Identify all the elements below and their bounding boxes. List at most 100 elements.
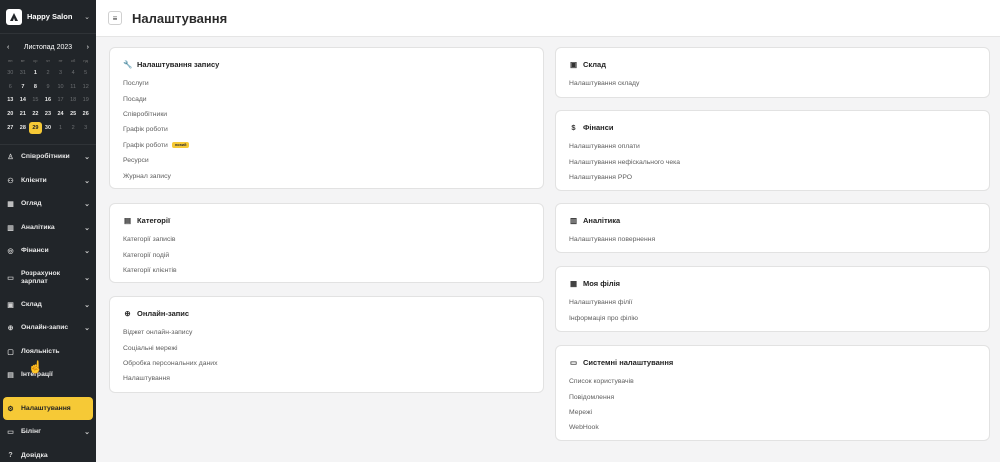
settings-link[interactable]: Налаштування нефіскального чека bbox=[569, 154, 976, 169]
sidebar-item[interactable]: ▦ Огляд ⌄ bbox=[0, 192, 96, 216]
calendar-day[interactable]: 4 bbox=[67, 67, 80, 80]
settings-link[interactable]: Категорії клієнтів bbox=[123, 263, 530, 278]
calendar-day[interactable]: 16 bbox=[42, 94, 55, 107]
calendar-next-icon[interactable]: › bbox=[87, 44, 89, 51]
settings-link-label: WebHook bbox=[569, 424, 599, 432]
hamburger-icon[interactable]: ≡ bbox=[108, 11, 122, 25]
calendar-day[interactable]: 12 bbox=[79, 81, 92, 94]
calendar-day[interactable]: 15 bbox=[29, 94, 42, 107]
settings-link[interactable]: Налаштування оплати bbox=[569, 139, 976, 154]
calendar-day[interactable]: 26 bbox=[79, 108, 92, 121]
sidebar-item[interactable]: ⚇ Клієнти ⌄ bbox=[0, 169, 96, 193]
calendar-day[interactable]: 17 bbox=[54, 94, 67, 107]
settings-link[interactable]: Ресурси bbox=[123, 153, 530, 168]
calendar-day[interactable]: 27 bbox=[4, 122, 17, 135]
calendar-day[interactable]: 21 bbox=[17, 108, 30, 121]
settings-link[interactable]: Категорії записів bbox=[123, 232, 530, 247]
settings-card: ⊕ Онлайн-запис Віджет онлайн-запису Соціаль… bbox=[109, 296, 544, 393]
calendar-day[interactable]: 28 bbox=[17, 122, 30, 135]
settings-link[interactable]: Повідомлення bbox=[569, 389, 976, 404]
sidebar-item-label: Налаштування bbox=[21, 404, 71, 412]
settings-link[interactable]: Графік роботи bbox=[123, 122, 530, 137]
settings-link-label: Повідомлення bbox=[569, 393, 615, 401]
calendar-day[interactable]: 30 bbox=[42, 122, 55, 135]
calendar-day[interactable]: 23 bbox=[42, 108, 55, 121]
settings-link-label: Список користувачів bbox=[569, 378, 634, 386]
calendar-day[interactable]: 10 bbox=[54, 81, 67, 94]
settings-link-label: Співробітники bbox=[123, 110, 168, 118]
card-title: ▭ Системні налаштування bbox=[569, 358, 976, 367]
sidebar-item[interactable]: ⊕ Онлайн-запис ⌄ bbox=[0, 316, 96, 340]
calendar-day[interactable]: 8 bbox=[29, 81, 42, 94]
settings-link-label: Налаштування нефіскального чека bbox=[569, 158, 681, 166]
settings-link[interactable]: Налаштування складу bbox=[569, 76, 976, 91]
sidebar-item[interactable]: ▣ Склад ⌄ bbox=[0, 293, 96, 317]
sidebar-item[interactable]: ▭ Розрахунок зарплат ⌄ bbox=[0, 263, 96, 293]
settings-link[interactable]: Інформація про філію bbox=[569, 310, 976, 325]
sidebar-item[interactable]: ◎ Фінанси ⌄ bbox=[0, 239, 96, 263]
card-title: ⊕ Онлайн-запис bbox=[123, 309, 530, 318]
calendar-day[interactable]: 13 bbox=[4, 94, 17, 107]
calendar-day[interactable]: 6 bbox=[4, 81, 17, 94]
calendar-day[interactable]: 3 bbox=[79, 122, 92, 135]
settings-link[interactable]: Посади bbox=[123, 91, 530, 106]
settings-link[interactable]: Віджет онлайн-запису bbox=[123, 325, 530, 340]
settings-link[interactable]: Соціальні мережі bbox=[123, 340, 530, 355]
sidebar-item[interactable]: ▭ Білінг ⌄ bbox=[0, 420, 96, 444]
sidebar-item-label: Білінг bbox=[21, 428, 41, 436]
calendar-day[interactable]: 1 bbox=[29, 67, 42, 80]
sidebar-item[interactable]: ♙ Співробітники ⌄ bbox=[0, 145, 96, 169]
settings-card: ▦ Моя філія Налаштування філії Інформація п… bbox=[555, 266, 990, 332]
calendar-prev-icon[interactable]: ‹ bbox=[7, 44, 9, 51]
calendar-day[interactable]: 2 bbox=[42, 67, 55, 80]
settings-link[interactable]: Налаштування bbox=[123, 371, 530, 386]
card-icon: ▭ bbox=[7, 429, 14, 437]
sidebar-item[interactable]: ▤ Інтеграції bbox=[0, 363, 96, 387]
settings-link[interactable]: Графік роботи новий bbox=[123, 138, 530, 153]
calendar-day[interactable]: 24 bbox=[54, 108, 67, 121]
calendar-day[interactable]: 30 bbox=[4, 67, 17, 80]
sidebar-item[interactable]: ▢ Лояльність bbox=[0, 340, 96, 364]
sidebar: Happy Salon ⌄ ‹ Листопад 2023 › пн вт ср чт… bbox=[0, 0, 96, 462]
settings-link[interactable]: Список користувачів bbox=[569, 374, 976, 389]
settings-link[interactable]: Послуги bbox=[123, 76, 530, 91]
settings-link[interactable]: Співробітники bbox=[123, 107, 530, 122]
settings-link[interactable]: WebHook bbox=[569, 420, 976, 435]
sidebar-item[interactable]: ? Довідка bbox=[0, 444, 96, 462]
calendar-day[interactable]: 3 bbox=[54, 67, 67, 80]
sidebar-item[interactable]: ⚙ Налаштування bbox=[3, 396, 93, 421]
settings-link[interactable]: Налаштування філії bbox=[569, 295, 976, 310]
calendar-day[interactable]: 18 bbox=[67, 94, 80, 107]
settings-link-label: Налаштування оплати bbox=[569, 143, 640, 151]
calendar-day[interactable]: 31 bbox=[17, 67, 30, 80]
settings-link[interactable]: Журнал запису bbox=[123, 168, 530, 183]
calendar-day[interactable]: 5 bbox=[79, 67, 92, 80]
settings-link[interactable]: Обробка персональних даних bbox=[123, 356, 530, 371]
page-title: Налаштування bbox=[132, 10, 228, 26]
settings-link[interactable]: Мережі bbox=[569, 405, 976, 420]
wrench-icon: 🔧 bbox=[123, 60, 133, 69]
calendar-day[interactable]: 1 bbox=[54, 122, 67, 135]
calendar-day[interactable]: 11 bbox=[67, 81, 80, 94]
calendar-day[interactable]: 2 bbox=[67, 122, 80, 135]
folder-icon: ▤ bbox=[123, 216, 132, 225]
calendar-day[interactable]: 22 bbox=[29, 108, 42, 121]
settings-link[interactable]: Категорії подій bbox=[123, 247, 530, 262]
calendar-day[interactable]: 19 bbox=[79, 94, 92, 107]
gear-icon: ⚙ bbox=[7, 405, 14, 413]
settings-link-label: Мережі bbox=[569, 408, 593, 416]
brand-logo-icon bbox=[6, 8, 22, 25]
settings-link[interactable]: Налаштування РРО bbox=[569, 170, 976, 185]
sidebar-item[interactable]: ▥ Аналітика ⌄ bbox=[0, 216, 96, 240]
calendar-day[interactable]: 7 bbox=[17, 81, 30, 94]
brand-switcher[interactable]: Happy Salon ⌄ bbox=[0, 0, 96, 34]
settings-link-label: Послуги bbox=[123, 80, 149, 88]
calendar-day[interactable]: 9 bbox=[42, 81, 55, 94]
calendar-day[interactable]: 25 bbox=[67, 108, 80, 121]
calendar-day[interactable]: 14 bbox=[17, 94, 30, 107]
calendar-day-today[interactable]: 29 bbox=[29, 121, 42, 135]
grid-icon: ▦ bbox=[7, 201, 14, 209]
settings-link[interactable]: Налаштування повернення bbox=[569, 232, 976, 247]
users-icon: ⚇ bbox=[7, 177, 14, 185]
calendar-day[interactable]: 20 bbox=[4, 108, 17, 121]
